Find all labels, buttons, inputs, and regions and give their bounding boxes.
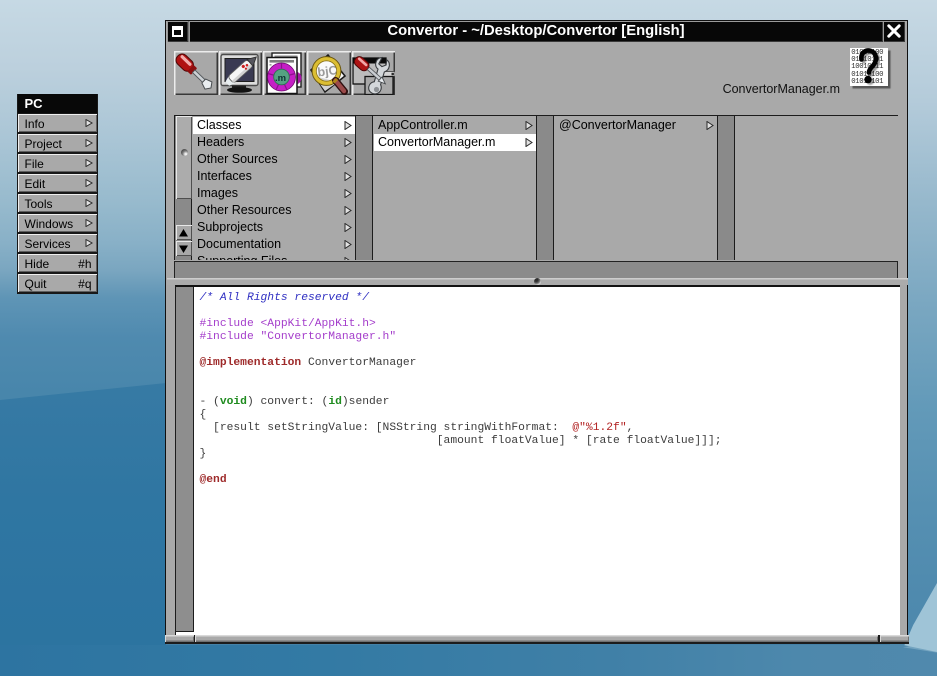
svg-text:.m: .m (275, 72, 286, 83)
